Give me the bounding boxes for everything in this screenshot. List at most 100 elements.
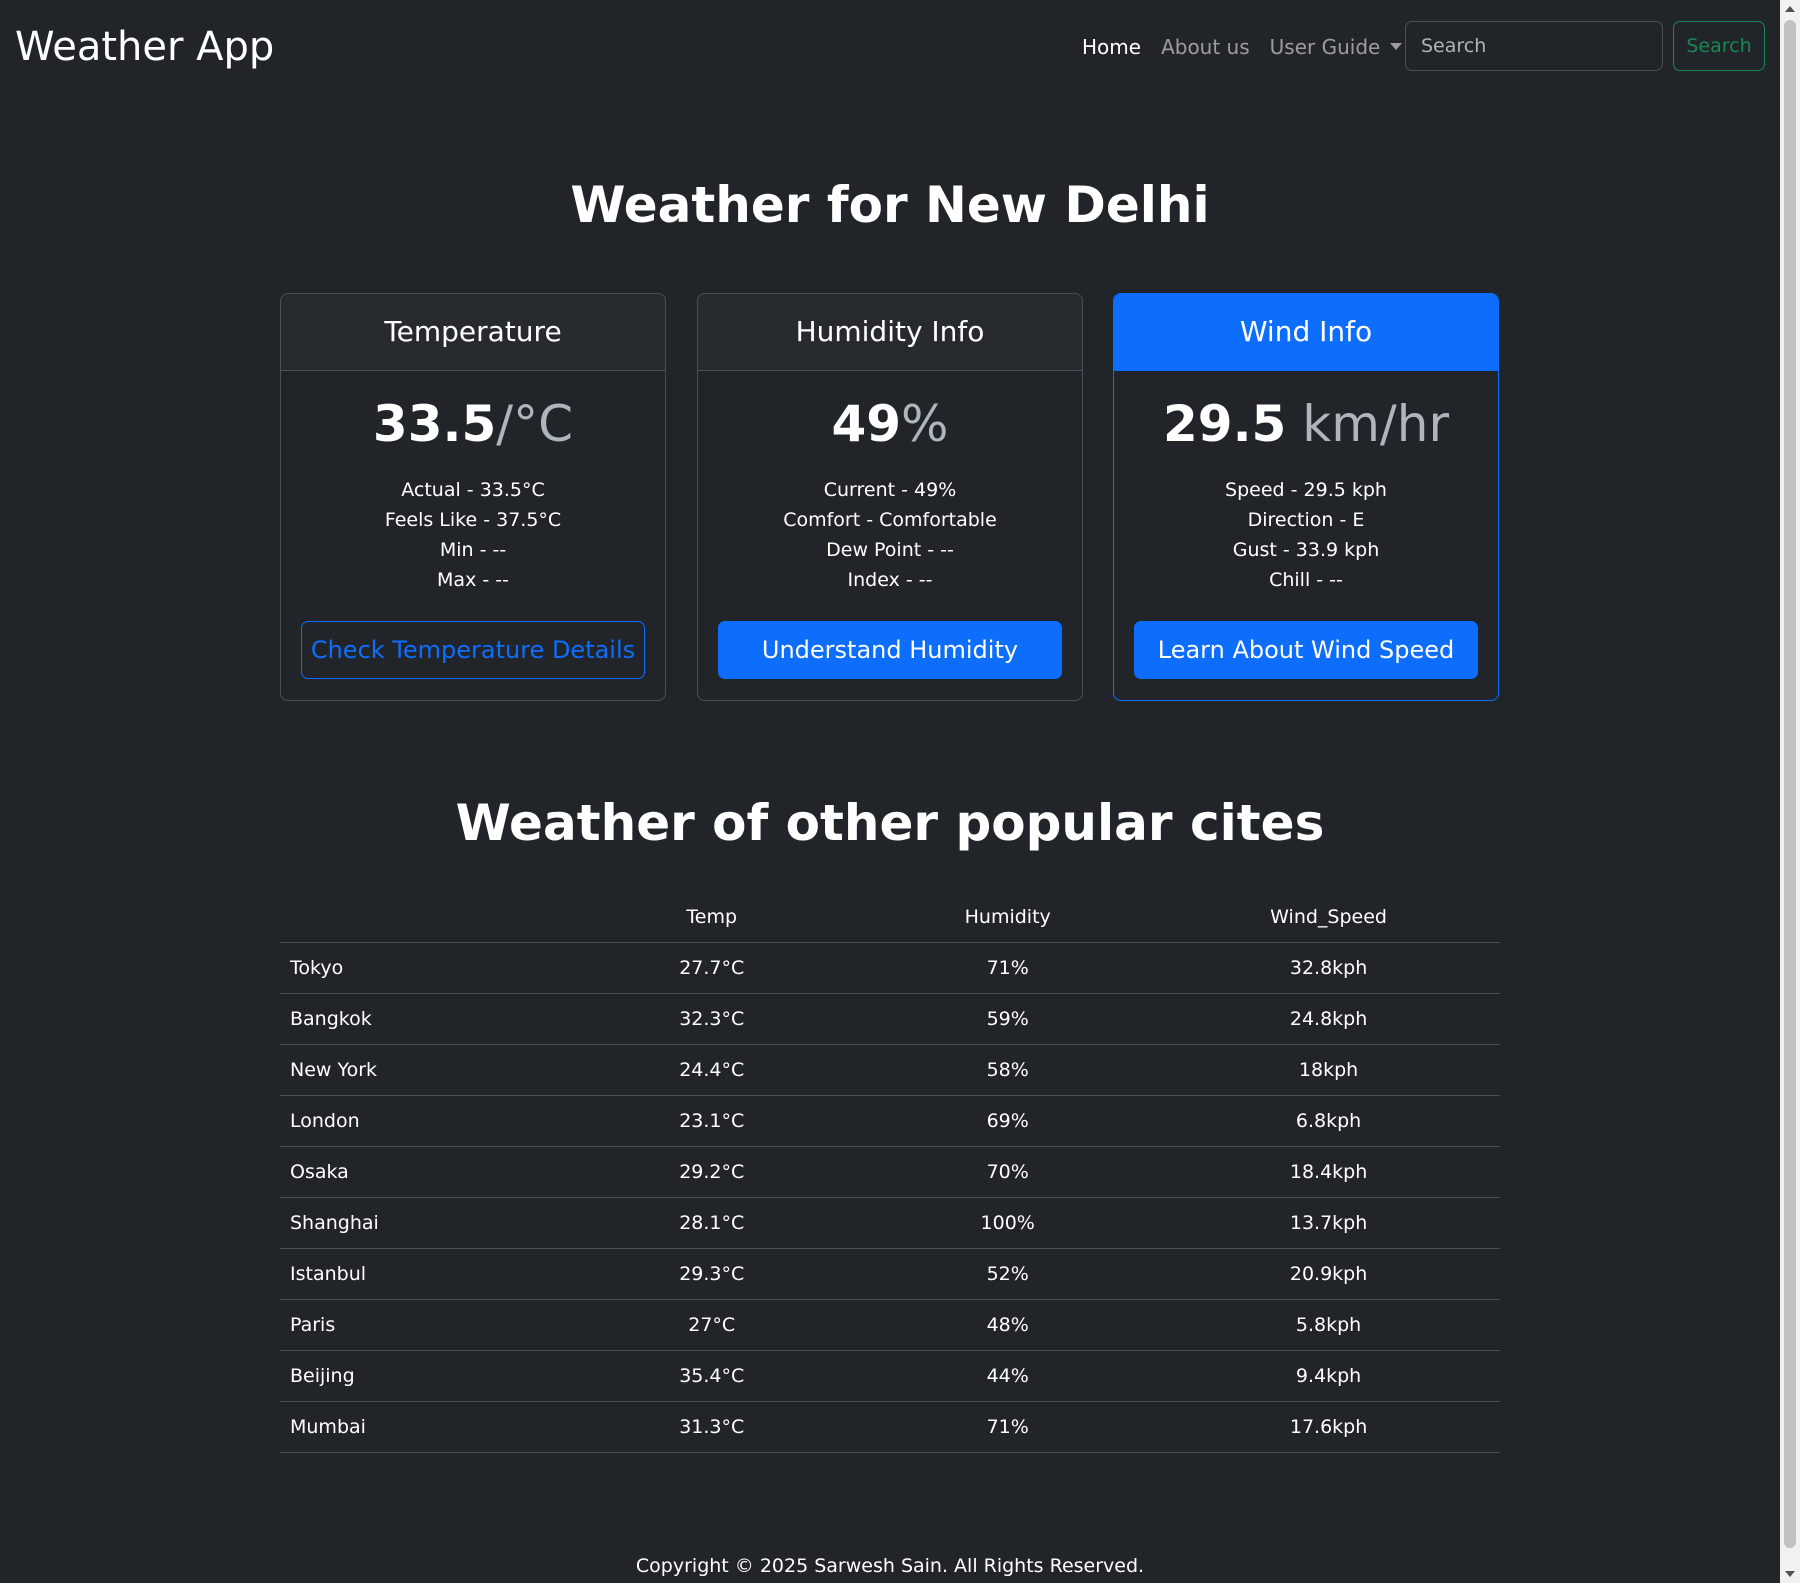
- city-humidity: 100%: [858, 1197, 1158, 1249]
- humidity-current: Current - 49%: [823, 479, 957, 501]
- table-row: Tokyo 27.7°C 71% 32.8kph: [280, 942, 1500, 994]
- city-wind-speed: 6.8kph: [1157, 1095, 1500, 1147]
- footer-copyright: Copyright © 2025 Sarwesh Sain. All Right…: [635, 1555, 1145, 1577]
- humidity-comfort: Comfort - Comfortable: [783, 509, 997, 531]
- city-name: Istanbul: [280, 1248, 566, 1300]
- nav-dropdown-user-guide[interactable]: User Guide: [1270, 33, 1403, 61]
- check-temperature-details-button[interactable]: Check Temperature Details: [301, 621, 645, 679]
- humidity-value: 49%: [698, 393, 1082, 455]
- temperature-feels-like: Feels Like - 37.5°C: [384, 509, 562, 531]
- city-name: Paris: [280, 1299, 566, 1351]
- city-temp: 27°C: [565, 1299, 859, 1351]
- nav-link-home[interactable]: Home: [1082, 33, 1141, 61]
- city-wind-speed: 32.8kph: [1157, 942, 1500, 994]
- temperature-max: Max - --: [437, 569, 509, 591]
- navbar: Weather App Home About us User Guide Sea…: [0, 0, 1780, 96]
- wind-details: Speed - 29.5 kph Direction - E Gust - 33…: [1114, 475, 1498, 595]
- city-humidity: 44%: [858, 1350, 1158, 1402]
- city-wind-speed: 5.8kph: [1157, 1299, 1500, 1351]
- city-name: Bangkok: [280, 993, 566, 1045]
- city-temp: 28.1°C: [565, 1197, 859, 1249]
- nav-link-about[interactable]: About us: [1161, 33, 1250, 61]
- caret-down-icon: [1390, 43, 1403, 50]
- city-humidity: 71%: [858, 942, 1158, 994]
- popular-cities-title: Weather of other popular cites: [455, 794, 1325, 852]
- learn-about-wind-speed-button[interactable]: Learn About Wind Speed: [1134, 621, 1478, 679]
- nav-dropdown-label: User Guide: [1269, 35, 1381, 59]
- wind-card-header: Wind Info: [1114, 294, 1498, 371]
- city-humidity: 71%: [858, 1401, 1158, 1453]
- city-temp: 27.7°C: [565, 942, 859, 994]
- city-wind-speed: 18kph: [1157, 1044, 1500, 1096]
- city-name: New York: [280, 1044, 566, 1096]
- brand-logo[interactable]: Weather App: [15, 22, 274, 72]
- table-row: Istanbul 29.3°C 52% 20.9kph: [280, 1248, 1500, 1300]
- humidity-number: 49: [831, 395, 902, 453]
- column-header-city: [280, 892, 566, 943]
- column-header-temp: Temp: [565, 892, 859, 943]
- city-name: Beijing: [280, 1350, 566, 1402]
- city-temp: 29.3°C: [565, 1248, 859, 1300]
- city-temp: 24.4°C: [565, 1044, 859, 1096]
- table-row: London 23.1°C 69% 6.8kph: [280, 1095, 1500, 1147]
- humidity-details: Current - 49% Comfort - Comfortable Dew …: [698, 475, 1082, 595]
- city-wind-speed: 17.6kph: [1157, 1401, 1500, 1453]
- city-temp: 32.3°C: [565, 993, 859, 1045]
- city-wind-speed: 18.4kph: [1157, 1146, 1500, 1198]
- scrollbar[interactable]: [1780, 0, 1800, 1583]
- understand-humidity-button[interactable]: Understand Humidity: [718, 621, 1062, 679]
- temperature-value: 33.5/°C: [281, 393, 665, 455]
- humidity-index: Index - --: [847, 569, 933, 591]
- wind-card: Wind Info 29.5 km/hr Speed - 29.5 kph Di…: [1113, 293, 1499, 701]
- temperature-min: Min - --: [439, 539, 507, 561]
- search-input[interactable]: [1405, 21, 1663, 71]
- table-row: Osaka 29.2°C 70% 18.4kph: [280, 1146, 1500, 1198]
- temperature-card-header: Temperature: [281, 294, 665, 371]
- page-title: Weather for New Delhi: [570, 176, 1210, 234]
- city-temp: 29.2°C: [565, 1146, 859, 1198]
- wind-value: 29.5 km/hr: [1114, 393, 1498, 455]
- city-wind-speed: 9.4kph: [1157, 1350, 1500, 1402]
- city-name: Mumbai: [280, 1401, 566, 1453]
- city-temp: 35.4°C: [565, 1350, 859, 1402]
- temperature-unit: /°C: [496, 395, 574, 453]
- wind-gust: Gust - 33.9 kph: [1232, 539, 1380, 561]
- scrollbar-thumb[interactable]: [1784, 20, 1796, 1548]
- table-row: New York 24.4°C 58% 18kph: [280, 1044, 1500, 1096]
- city-name: London: [280, 1095, 566, 1147]
- city-humidity: 58%: [858, 1044, 1158, 1096]
- wind-unit: km/hr: [1286, 395, 1450, 453]
- table-row: Paris 27°C 48% 5.8kph: [280, 1299, 1500, 1351]
- wind-speed: Speed - 29.5 kph: [1225, 479, 1387, 501]
- scroll-up-arrow-icon[interactable]: [1785, 6, 1795, 12]
- humidity-card: Humidity Info 49% Current - 49% Comfort …: [697, 293, 1083, 701]
- city-humidity: 52%: [858, 1248, 1158, 1300]
- table-header-row: Temp Humidity Wind_Speed: [280, 892, 1500, 943]
- table-row: Beijing 35.4°C 44% 9.4kph: [280, 1350, 1500, 1402]
- humidity-dew-point: Dew Point - --: [826, 539, 954, 561]
- humidity-card-body: 49% Current - 49% Comfort - Comfortable …: [698, 371, 1082, 595]
- column-header-wind-speed: Wind_Speed: [1157, 892, 1500, 943]
- search-button[interactable]: Search: [1673, 21, 1765, 71]
- table-row: Mumbai 31.3°C 71% 17.6kph: [280, 1401, 1500, 1453]
- wind-direction: Direction - E: [1247, 509, 1365, 531]
- city-wind-speed: 13.7kph: [1157, 1197, 1500, 1249]
- scroll-down-arrow-icon[interactable]: [1785, 1571, 1795, 1577]
- wind-chill: Chill - --: [1269, 569, 1343, 591]
- temperature-actual: Actual - 33.5°C: [401, 479, 545, 501]
- city-humidity: 48%: [858, 1299, 1158, 1351]
- wind-number: 29.5: [1162, 395, 1287, 453]
- humidity-card-header: Humidity Info: [698, 294, 1082, 371]
- city-humidity: 59%: [858, 993, 1158, 1045]
- popular-cities-table: Temp Humidity Wind_Speed Tokyo 27.7°C 71…: [280, 892, 1500, 1453]
- nav-links: Home About us User Guide: [1082, 33, 1422, 61]
- city-temp: 23.1°C: [565, 1095, 859, 1147]
- city-name: Osaka: [280, 1146, 566, 1198]
- table-row: Bangkok 32.3°C 59% 24.8kph: [280, 993, 1500, 1045]
- city-temp: 31.3°C: [565, 1401, 859, 1453]
- temperature-card: Temperature 33.5/°C Actual - 33.5°C Feel…: [280, 293, 666, 701]
- temperature-number: 33.5: [372, 395, 497, 453]
- city-humidity: 70%: [858, 1146, 1158, 1198]
- city-wind-speed: 20.9kph: [1157, 1248, 1500, 1300]
- wind-card-body: 29.5 km/hr Speed - 29.5 kph Direction - …: [1114, 371, 1498, 595]
